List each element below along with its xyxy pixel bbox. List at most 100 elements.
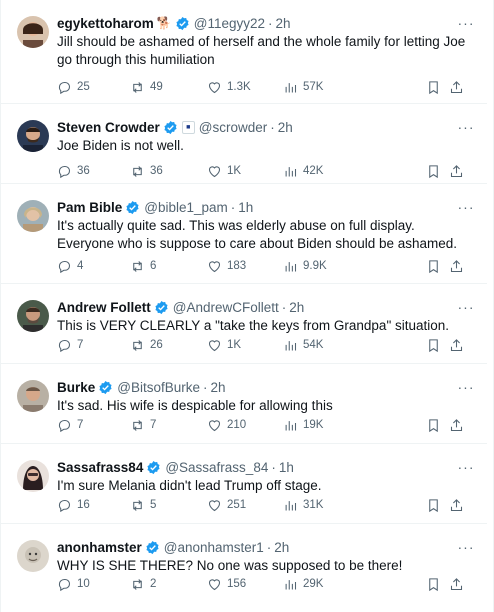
reply-icon [58,165,71,178]
reply-button[interactable]: 36 [57,164,90,179]
timestamp[interactable]: 2h [289,300,304,315]
views-icon [285,82,297,92]
timestamp[interactable]: 1h [238,200,253,215]
views-button[interactable]: 9.9K [283,259,327,274]
timestamp[interactable]: 2h [278,120,293,135]
reply-button[interactable]: 4 [57,259,83,274]
display-name[interactable]: Pam Bible [57,200,122,215]
like-count: 210 [227,419,247,431]
more-options-icon[interactable]: ··· [457,118,475,136]
tweet[interactable]: Steven Crowder ■ @scrowder · 2h ··· Joe … [1,104,487,184]
like-button[interactable]: 156 [207,577,246,592]
tweet[interactable]: Sassafrass84 @Sassafrass_84 · 1h ··· I'm… [1,444,487,524]
views-button[interactable]: 57K [283,80,323,95]
like-button[interactable]: 1.3K [207,80,251,95]
display-name[interactable]: Steven Crowder [57,120,160,135]
more-options-icon[interactable]: ··· [457,14,475,32]
repost-button[interactable]: 6 [130,259,156,274]
bookmark-button[interactable] [426,418,441,433]
tweet-text: I'm sure Melania didn't lead Trump off s… [57,478,322,493]
display-name[interactable]: anonhamster [57,540,142,555]
bookmark-button[interactable] [426,338,441,353]
repost-button[interactable]: 49 [130,80,163,95]
repost-button[interactable]: 2 [130,577,156,592]
views-button[interactable]: 42K [283,164,323,179]
repost-button[interactable]: 5 [130,498,156,513]
like-button[interactable]: 183 [207,259,246,274]
reply-button[interactable]: 16 [57,498,90,513]
share-button[interactable] [449,80,464,95]
views-button[interactable]: 29K [283,577,323,592]
tweet[interactable]: egykettoharom 🐕 @11egyy22 · 2h ··· Jill … [1,0,487,104]
share-icon [450,498,463,511]
repost-button[interactable]: 36 [130,164,163,179]
tweet-header: Sassafrass84 @Sassafrass_84 · 1h [57,457,457,477]
display-name[interactable]: Sassafrass84 [57,460,143,475]
view-count: 29K [303,578,324,590]
like-button[interactable]: 1K [207,338,241,353]
reply-button[interactable]: 7 [57,338,83,353]
display-name[interactable]: Andrew Follett [57,300,151,315]
share-button[interactable] [449,418,464,433]
views-button[interactable]: 54K [283,338,323,353]
like-button[interactable]: 210 [207,418,246,433]
tweet[interactable]: anonhamster @anonhamster1 · 2h ··· WHY I… [1,524,487,612]
reply-icon [58,499,71,512]
avatar[interactable] [17,200,49,232]
handle[interactable]: @scrowder [199,120,267,135]
share-button[interactable] [449,498,464,513]
repost-icon [133,260,142,272]
bookmark-button[interactable] [426,498,441,513]
bookmark-button[interactable] [426,577,441,592]
more-options-icon[interactable]: ··· [457,298,475,316]
more-options-icon[interactable]: ··· [457,198,475,216]
affiliation-badge-icon[interactable]: ■ [181,120,195,134]
more-options-icon[interactable]: ··· [457,458,475,476]
tweet-text: WHY IS SHE THERE? No one was supposed to… [57,558,403,573]
like-button[interactable]: 251 [207,498,246,513]
timestamp[interactable]: 1h [279,460,294,475]
tweet[interactable]: Burke @BitsofBurke · 2h ··· It's sad. Hi… [1,364,487,444]
handle[interactable]: @Sassafrass_84 [165,460,268,475]
share-button[interactable] [449,577,464,592]
display-name[interactable]: Burke [57,380,95,395]
verified-badge-icon [154,300,169,315]
avatar[interactable] [17,540,49,572]
heart-icon [208,339,221,351]
more-options-icon[interactable]: ··· [457,538,475,556]
reply-button[interactable]: 10 [57,577,90,592]
tweet[interactable]: Pam Bible @bible1_pam · 1h ··· It's actu… [1,184,487,284]
share-button[interactable] [449,164,464,179]
bookmark-button[interactable] [426,164,441,179]
repost-button[interactable]: 26 [130,338,163,353]
views-button[interactable]: 31K [283,498,323,513]
handle[interactable]: @11egyy22 [194,16,265,31]
avatar[interactable] [17,120,49,152]
reply-count: 7 [77,339,84,351]
display-name[interactable]: egykettoharom [57,16,154,31]
handle[interactable]: @AndrewCFollett [173,300,279,315]
avatar[interactable] [17,380,49,412]
action-bar: 16 5 251 31K [57,496,469,514]
timestamp[interactable]: 2h [274,540,289,555]
repost-button[interactable]: 7 [130,418,156,433]
tweet[interactable]: Andrew Follett @AndrewCFollett · 2h ··· … [1,284,487,364]
bookmark-button[interactable] [426,80,441,95]
share-button[interactable] [449,259,464,274]
handle[interactable]: @bible1_pam [144,200,228,215]
bookmark-button[interactable] [426,259,441,274]
views-button[interactable]: 19K [283,418,323,433]
timestamp[interactable]: 2h [211,380,226,395]
avatar[interactable] [17,300,49,332]
more-options-icon[interactable]: ··· [457,378,475,396]
reply-button[interactable]: 25 [57,80,90,95]
timestamp[interactable]: 2h [276,16,291,31]
action-bar: 36 36 1K 42K [57,162,469,180]
handle[interactable]: @anonhamster1 [164,540,264,555]
like-button[interactable]: 1K [207,164,241,179]
reply-button[interactable]: 7 [57,418,83,433]
share-button[interactable] [449,338,464,353]
avatar[interactable] [17,16,49,48]
handle[interactable]: @BitsofBurke [117,380,200,395]
avatar[interactable] [17,460,49,492]
